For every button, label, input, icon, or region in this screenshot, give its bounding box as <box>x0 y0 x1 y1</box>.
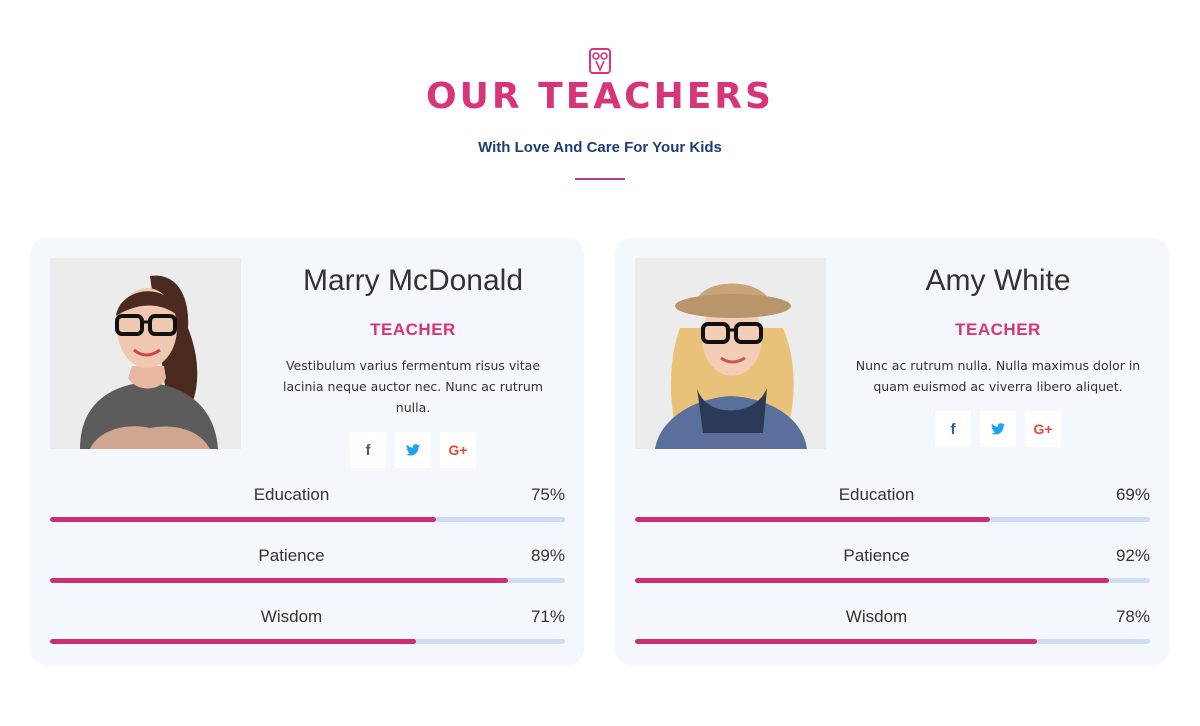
skill-label: Education <box>253 485 330 504</box>
progress-fill <box>50 639 416 644</box>
skill-percent: 89% <box>530 546 565 565</box>
teacher-bio: Nunc ac rutrum nulla. Nulla maximus dolo… <box>855 358 1141 394</box>
teacher-photo <box>635 258 826 449</box>
google-plus-icon[interactable]: G+ <box>440 432 476 468</box>
progress-bar <box>635 639 1150 644</box>
skill-percent: 69% <box>1115 485 1150 504</box>
social-links: f G+ <box>268 432 558 468</box>
twitter-icon[interactable] <box>980 411 1016 447</box>
teacher-role: TEACHER <box>370 320 456 339</box>
twitter-icon[interactable] <box>395 432 431 468</box>
teacher-info: Marry McDonald TEACHER Vestibulum varius… <box>268 258 558 468</box>
google-plus-icon[interactable]: G+ <box>1025 411 1061 447</box>
social-links: f G+ <box>853 411 1143 447</box>
facebook-icon[interactable]: f <box>935 411 971 447</box>
skill-percent: 92% <box>1115 546 1150 565</box>
skill-row: Education 75% <box>50 482 565 543</box>
progress-fill <box>635 517 991 522</box>
progress-bar <box>50 517 565 522</box>
teacher-name: Amy White <box>925 264 1071 297</box>
skill-percent: 71% <box>530 607 565 626</box>
teacher-card: Marry McDonald TEACHER Vestibulum varius… <box>30 238 584 665</box>
teacher-info: Amy White TEACHER Nunc ac rutrum nulla. … <box>853 258 1143 447</box>
page-title: OUR TEACHERS <box>426 76 774 117</box>
skill-percent: 78% <box>1115 607 1150 626</box>
progress-fill <box>635 578 1109 583</box>
skill-label: Wisdom <box>260 607 323 626</box>
teacher-photo <box>50 258 241 449</box>
skills-list: Education 69% Patience 92% Wisdom 78% <box>635 482 1150 665</box>
progress-bar <box>635 517 1150 522</box>
skill-row: Patience 92% <box>635 543 1150 604</box>
skill-label: Education <box>838 485 915 504</box>
skills-list: Education 75% Patience 89% Wisdom 71% <box>50 482 565 665</box>
progress-fill <box>635 639 1037 644</box>
progress-bar <box>50 578 565 583</box>
skill-label: Wisdom <box>845 607 908 626</box>
teacher-role: TEACHER <box>955 320 1041 339</box>
teacher-name: Marry McDonald <box>302 264 524 297</box>
owl-icon <box>589 48 611 74</box>
title-divider <box>575 178 625 180</box>
skill-row: Wisdom 71% <box>50 604 565 665</box>
skill-row: Wisdom 78% <box>635 604 1150 665</box>
teacher-bio: Vestibulum varius fermentum risus vitae … <box>283 358 543 415</box>
skill-percent: 75% <box>530 485 565 504</box>
progress-fill <box>50 517 437 522</box>
skill-row: Patience 89% <box>50 543 565 604</box>
progress-fill <box>50 578 509 583</box>
progress-bar <box>50 639 565 644</box>
skill-row: Education 69% <box>635 482 1150 543</box>
skill-label: Patience <box>843 546 910 565</box>
page-subtitle: With Love And Care For Your Kids <box>478 139 722 156</box>
skill-label: Patience <box>258 546 325 565</box>
teacher-card: Amy White TEACHER Nunc ac rutrum nulla. … <box>615 238 1169 665</box>
progress-bar <box>635 578 1150 583</box>
facebook-icon[interactable]: f <box>350 432 386 468</box>
